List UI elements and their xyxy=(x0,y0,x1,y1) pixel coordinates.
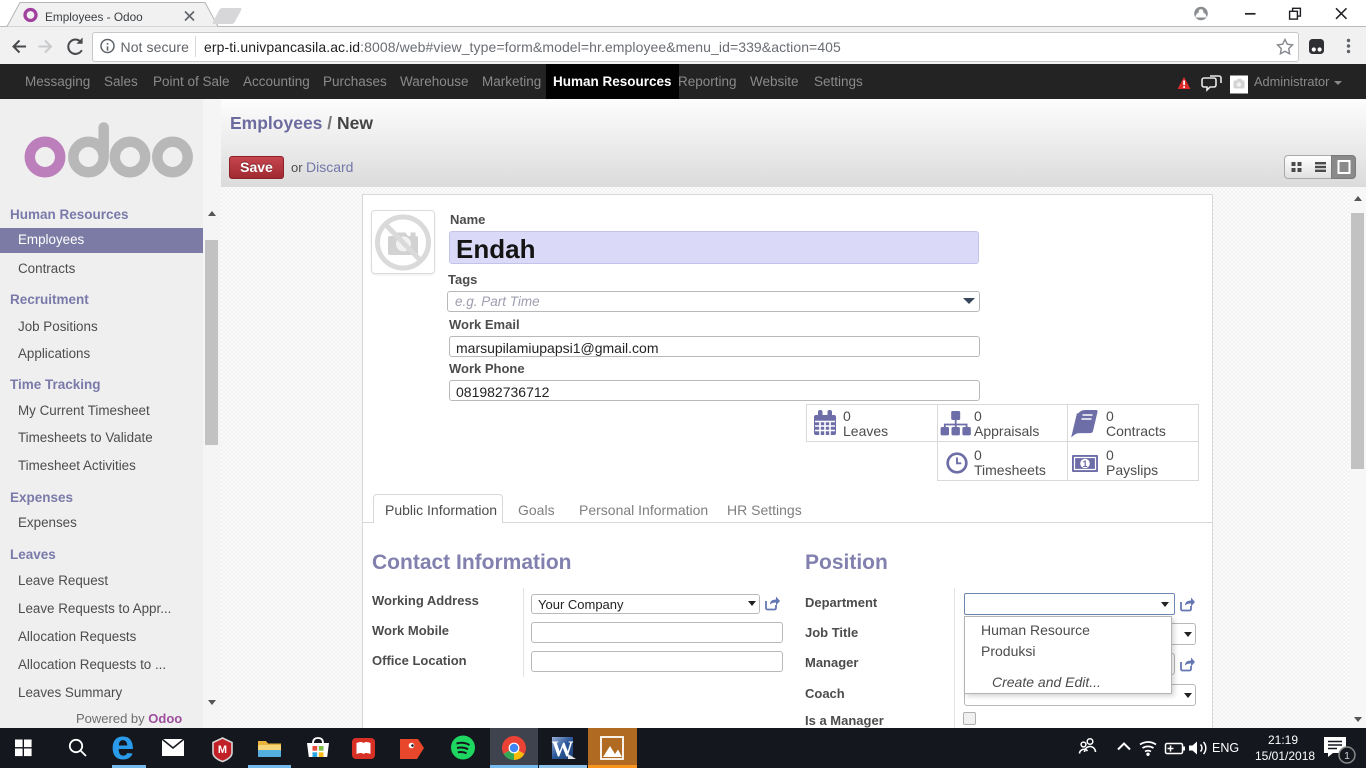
svg-text:M: M xyxy=(218,744,227,756)
svg-text:e: e xyxy=(111,728,134,768)
svg-text:1: 1 xyxy=(1082,459,1087,469)
svg-text:1: 1 xyxy=(1344,750,1350,762)
